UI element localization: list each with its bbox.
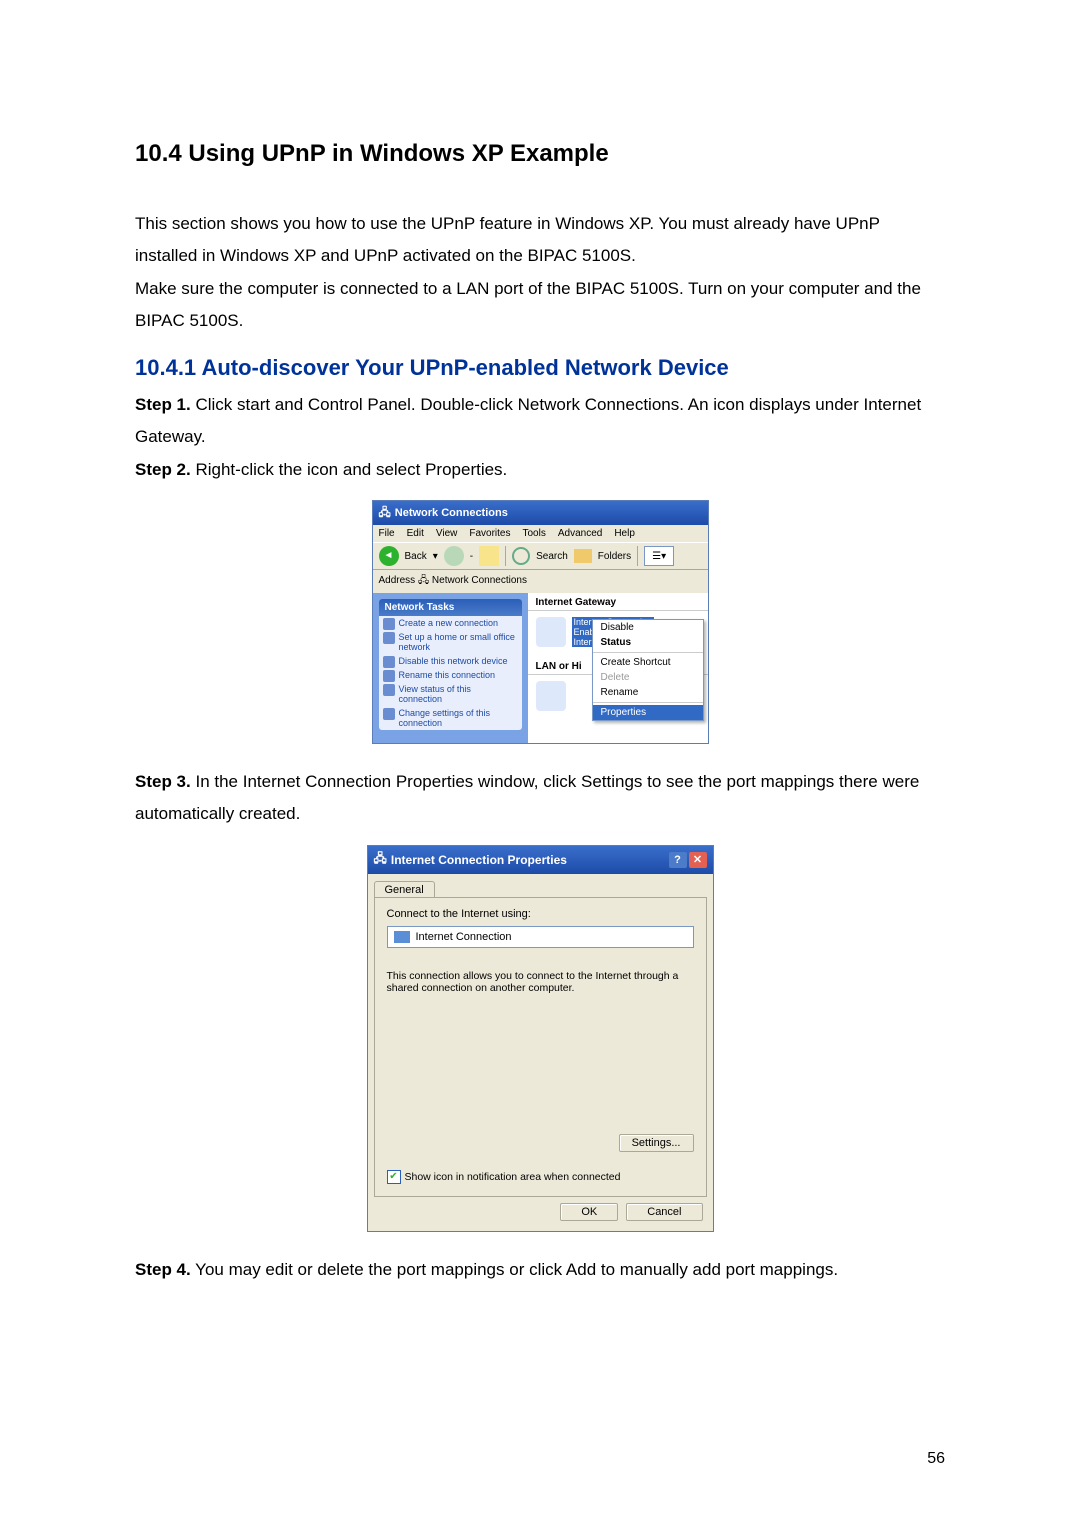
back-button-label[interactable]: Back [405,551,427,562]
folders-icon[interactable] [574,549,592,563]
step-1-text: Click start and Control Panel. Double-cl… [135,395,921,446]
settings-button[interactable]: Settings... [619,1134,694,1152]
task-rename-connection[interactable]: Rename this connection [379,668,522,682]
step-2-text: Right-click the icon and select Properti… [191,460,508,479]
show-icon-checkbox[interactable]: ✔ [387,1170,401,1184]
views-button[interactable]: ☰▾ [644,546,674,566]
menu-favorites[interactable]: Favorites [469,528,510,539]
cancel-button[interactable]: Cancel [626,1203,702,1221]
step-3-text: In the Internet Connection Properties wi… [135,772,919,823]
section-heading: 10.4 Using UPnP in Windows XP Example [135,140,945,168]
step-2: Step 2. Right-click the icon and select … [135,454,945,486]
network-icon [394,931,410,943]
menu-help[interactable]: Help [614,528,635,539]
step-2-label: Step 2. [135,460,191,479]
window-icon: 🖧 [379,504,391,523]
address-value: Network Connections [432,575,527,586]
menu-view[interactable]: View [436,528,458,539]
network-connections-window: 🖧 Network Connections File Edit View Fav… [372,500,709,744]
task-disable-device[interactable]: Disable this network device [379,654,522,668]
intro-paragraph-2: Make sure the computer is connected to a… [135,273,945,338]
search-button-label[interactable]: Search [536,551,568,562]
context-menu-properties[interactable]: Properties [593,705,703,720]
step-1-label: Step 1. [135,395,191,414]
tab-general[interactable]: General [374,881,435,898]
folders-button-label[interactable]: Folders [598,551,631,562]
group-internet-gateway: Internet Gateway [528,593,708,611]
step-3: Step 3. In the Internet Connection Prope… [135,766,945,831]
close-button-icon[interactable]: ✕ [689,852,707,868]
back-dropdown-icon[interactable]: ▾ [433,551,438,562]
show-icon-label: Show icon in notification area when conn… [405,1171,621,1183]
connect-using-value: Internet Connection [416,931,512,943]
address-bar: Address 🖧 Network Connections [373,570,708,593]
window-titlebar: 🖧 Network Connections [373,501,708,525]
forward-button-icon[interactable] [444,546,464,566]
task-create-connection[interactable]: Create a new connection [379,616,522,630]
step-1: Step 1. Click start and Control Panel. D… [135,389,945,454]
connect-using-label: Connect to the Internet using: [387,908,694,920]
toolbar: ◄ Back ▾ - Search Folders ☰▾ [373,542,708,570]
connect-using-field: Internet Connection [387,926,694,948]
task-change-settings[interactable]: Change settings of this connection [379,706,522,730]
globe-icon [536,617,566,647]
context-menu: Disable Status Create Shortcut Delete Re… [592,619,704,721]
network-adapter-icon [536,681,566,711]
up-button-icon[interactable] [479,546,499,566]
internet-connection-properties-dialog: 🖧 Internet Connection Properties ? ✕ Gen… [367,845,714,1232]
network-tasks-header: Network Tasks [379,599,522,616]
intro-paragraph-1: This section shows you how to use the UP… [135,208,945,273]
ok-button[interactable]: OK [560,1203,618,1221]
help-button-icon[interactable]: ? [669,852,687,868]
step-4: Step 4. You may edit or delete the port … [135,1254,945,1286]
address-label: Address [379,575,416,586]
menu-tools[interactable]: Tools [522,528,545,539]
menu-advanced[interactable]: Advanced [558,528,602,539]
search-icon[interactable] [512,547,530,565]
menu-file[interactable]: File [379,528,395,539]
menu-edit[interactable]: Edit [407,528,424,539]
context-menu-delete: Delete [593,670,703,685]
dialog-icon: 🖧 [374,849,387,870]
task-setup-network[interactable]: Set up a home or small office network [379,630,522,654]
context-menu-rename[interactable]: Rename [593,685,703,700]
subsection-heading: 10.4.1 Auto-discover Your UPnP-enabled N… [135,355,945,381]
dialog-titlebar: 🖧 Internet Connection Properties ? ✕ [368,846,713,874]
task-view-status[interactable]: View status of this connection [379,682,522,706]
context-menu-create-shortcut[interactable]: Create Shortcut [593,655,703,670]
connections-list: Internet Gateway Internet Connection Ena… [528,593,708,743]
step-4-text: You may edit or delete the port mappings… [191,1260,838,1279]
tasks-pane: Network Tasks Create a new connection Se… [373,593,528,743]
context-menu-disable[interactable]: Disable [593,620,703,635]
menu-bar: File Edit View Favorites Tools Advanced … [373,525,708,542]
back-button-icon[interactable]: ◄ [379,546,399,566]
connection-description: This connection allows you to connect to… [387,970,694,994]
step-4-label: Step 4. [135,1260,191,1279]
context-menu-status[interactable]: Status [593,635,703,650]
dialog-title: Internet Connection Properties [391,853,567,867]
page-number: 56 [927,1450,945,1468]
window-title: Network Connections [395,507,508,519]
step-3-label: Step 3. [135,772,191,791]
